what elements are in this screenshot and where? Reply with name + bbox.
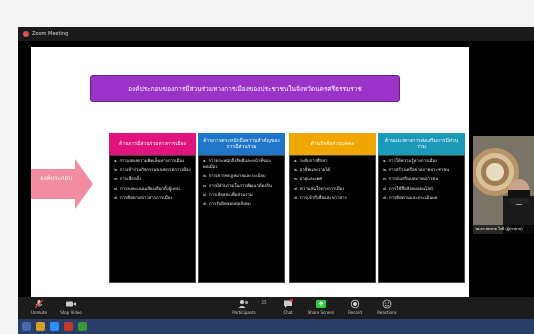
window-title: Zoom Meeting (32, 31, 69, 37)
zoom-window: Zoom Meeting องค์ประกอบของการมีส่วนร่วมท… (18, 27, 534, 319)
list-item: ๓. การส่งเสริมบทบาทเยาวชน (383, 177, 439, 183)
participants-label: Participants (232, 310, 256, 315)
list-item: ๔. ความสนใจทางการเมือง (294, 186, 345, 192)
stop-video-label: Stop Video (60, 310, 82, 315)
list-item: ๓. การมีส่วนร่วมในการพัฒนาท้องถิ่น (203, 183, 272, 189)
microphone-muted-icon (34, 299, 44, 309)
participant-name: รศ.ดร.สมชาย ใจดี (ผู้บรรยาย) (473, 225, 534, 234)
zoom-app-icon[interactable] (50, 322, 59, 331)
shared-slide: องค์ประกอบของการมีส่วนร่วมทางการเมืองของ… (31, 47, 469, 297)
reactions-icon (382, 299, 392, 309)
list-item: ๔. การลงคะแนนเสียงเลือกตั้งผู้แทน (114, 186, 180, 192)
column-body: ๑. การแสดงความคิดเห็นทางการเมือง ๒. การเ… (109, 155, 196, 283)
list-item: ๒. การสร้างเครือข่ายภาคประชาชน (383, 168, 450, 174)
slide-title: องค์ประกอบของการมีส่วนร่วมทางการเมืองของ… (90, 75, 400, 102)
record-label: Record (348, 310, 362, 315)
os-taskbar (18, 319, 534, 334)
share-screen-button[interactable]: Share Screen (304, 299, 338, 317)
participant-avatar (473, 136, 534, 234)
share-screen-label: Share Screen (307, 310, 335, 315)
participants-icon (238, 300, 249, 308)
record-icon (350, 299, 360, 309)
unmute-label: Unmute (31, 310, 47, 315)
file-explorer-icon[interactable] (36, 322, 45, 331)
list-item: ๕. การรับผิดชอบต่อสังคม (203, 202, 251, 208)
start-icon[interactable] (22, 322, 31, 331)
chat-icon (284, 299, 293, 308)
column-body: ๑. ระดับการศึกษา ๒. อาชีพและรายได้ ๓. อา… (289, 155, 376, 283)
column-4: ด้านแนวทางการส่งเสริมการมีส่วนร่วม ๑. กา… (378, 133, 465, 283)
list-item: ๒. การเคารพกฎหมายและระเบียบ (203, 174, 266, 180)
list-item: ๒. อาชีพและรายได้ (294, 168, 331, 174)
arrow-label: องค์ประกอบ (40, 175, 72, 182)
participants-button[interactable]: Participants (226, 299, 262, 317)
list-item: ๓. อายุและเพศ (294, 177, 322, 183)
list-item: ๑. การตระหนักถึงสิทธิและหน้าที่ของพลเมือ… (203, 159, 271, 171)
reactions-button[interactable]: Reactions (372, 299, 402, 317)
chat-button[interactable]: Chat (276, 299, 300, 317)
column-body: ๑. การให้ความรู้ทางการเมือง ๒. การสร้างเ… (378, 155, 465, 283)
zoom-logo-icon (23, 31, 29, 37)
chat-label: Chat (283, 310, 293, 315)
column-header: ด้านแนวทางการส่งเสริมการมีส่วนร่วม (378, 133, 465, 155)
list-item: ๔. การเสียสละเพื่อส่วนรวม (203, 192, 253, 198)
column-1: ด้านการมีส่วนร่วมทางการเมือง ๑. การแสดงค… (109, 133, 196, 283)
column-header: ด้านการมีส่วนร่วมทางการเมือง (109, 133, 196, 155)
list-item: ๕. การติดตามข่าวสารการเมือง (114, 195, 173, 201)
video-camera-icon (66, 301, 76, 307)
column-3: ด้านปัจจัยส่วนบุคคล ๑. ระดับการศึกษา ๒. … (289, 133, 376, 283)
column-body: ๑. การตระหนักถึงสิทธิและหน้าที่ของพลเมือ… (198, 155, 285, 283)
stop-video-button[interactable]: Stop Video (56, 299, 86, 317)
column-header: ด้านปัจจัยส่วนบุคคล (289, 133, 376, 155)
list-item: ๑. ระดับการศึกษา (294, 159, 328, 164)
participant-video[interactable]: รศ.ดร.สมชาย ใจดี (ผู้บรรยาย) (473, 136, 534, 234)
meeting-toolbar: Unmute Stop Video Participants 25 Chat S… (18, 297, 534, 319)
list-item: ๑. การให้ความรู้ทางการเมือง (383, 159, 438, 164)
list-item: ๔. การใช้สื่อสังคมออนไลน์ (383, 186, 433, 192)
column-header: ด้านการตระหนักถึงความสำคัญของการมีส่วนร่… (198, 133, 285, 155)
column-2: ด้านการตระหนักถึงความสำคัญของการมีส่วนร่… (198, 133, 285, 283)
browser-icon[interactable] (78, 322, 87, 331)
list-item: ๕. การเข้าถึงสื่อและข่าวสาร (294, 195, 347, 201)
list-item: ๒. การเข้าร่วมกิจกรรมของพรรคการเมือง (114, 168, 191, 174)
powerpoint-icon[interactable] (64, 322, 73, 331)
participants-count: 25 (261, 300, 267, 305)
reactions-label: Reactions (377, 310, 397, 315)
list-item: ๓. การเลือกตั้ง (114, 177, 142, 183)
share-screen-icon (316, 300, 326, 308)
list-item: ๑. การแสดงความคิดเห็นทางการเมือง (114, 159, 185, 164)
title-bar: Zoom Meeting (18, 27, 534, 41)
list-item: ๕. การติดตามและประเมินผล (383, 195, 438, 201)
arrow-shape (31, 159, 93, 209)
unmute-button[interactable]: Unmute (26, 299, 52, 317)
record-button[interactable]: Record (342, 299, 368, 317)
